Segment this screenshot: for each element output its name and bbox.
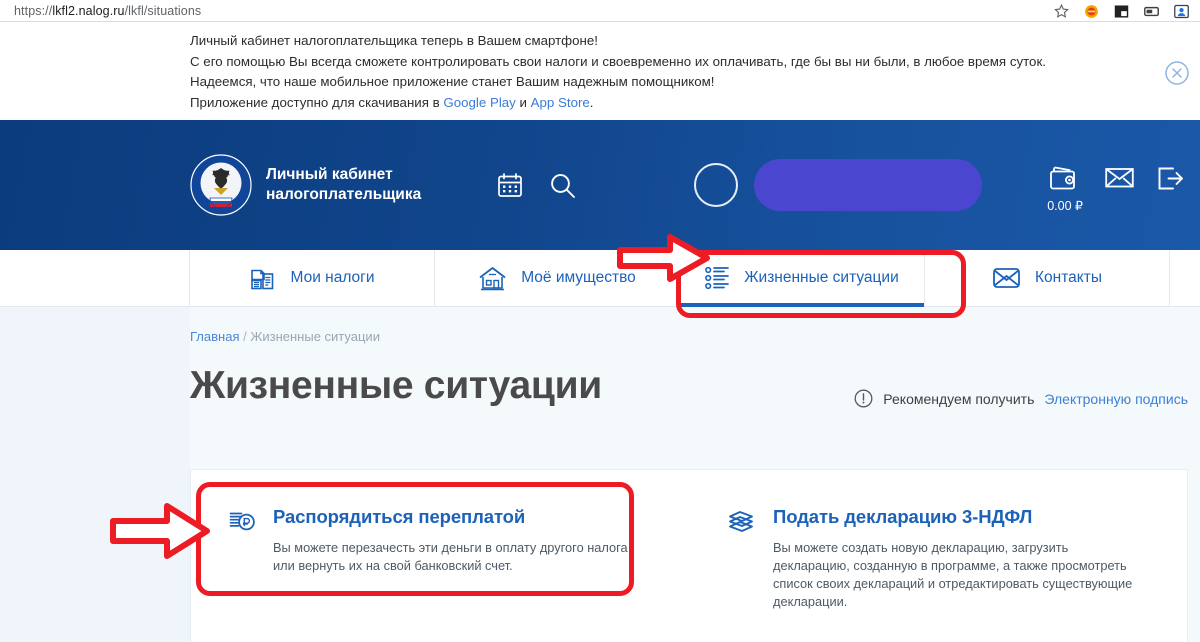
browser-icon-group: [1053, 0, 1196, 22]
nav-left-spacer: [0, 250, 190, 306]
page-title-row: Жизненные ситуации Рекомендуем получить …: [190, 344, 1200, 408]
avatar[interactable]: [694, 163, 739, 207]
address-bar[interactable]: https://lkfl2.nalog.ru/lkfl/situations: [14, 4, 201, 18]
life-situations-cards: Распорядиться переплатой Вы можете перез…: [190, 469, 1188, 642]
promo-line-1: Личный кабинет налогоплательщика теперь …: [190, 33, 598, 48]
main-navigation: Мои налоги Моё имущество Жизненные ситуа…: [0, 250, 1200, 307]
picture-in-picture-icon[interactable]: [1113, 3, 1130, 20]
card-title[interactable]: Распорядиться переплатой: [273, 506, 645, 528]
card-manage-overpayment[interactable]: Распорядиться переплатой Вы можете перез…: [191, 470, 689, 642]
google-play-link[interactable]: Google Play: [443, 95, 515, 110]
browser-toolbar: https://lkfl2.nalog.ru/lkfl/situations: [0, 0, 1200, 22]
close-icon[interactable]: [1164, 60, 1190, 86]
info-exclamation-icon: [854, 389, 873, 408]
extension-icon[interactable]: [1083, 3, 1100, 20]
logo-line-1: Личный кабинет: [266, 166, 393, 183]
card-body: Подать декларацию 3-НДФЛ Вы можете созда…: [773, 506, 1145, 642]
profile-icon[interactable]: [1173, 3, 1190, 20]
nav-item-label: Моё имущество: [521, 269, 636, 286]
promo-line-4-prefix: Приложение доступно для скачивания в: [190, 94, 444, 110]
mobile-app-promo-banner: Личный кабинет налогоплательщика теперь …: [0, 22, 1200, 120]
url-path: /lkfl/situations: [124, 3, 202, 18]
card-title[interactable]: Подать декларацию 3-НДФЛ: [773, 506, 1145, 528]
wallet-amount: 0.00 ₽: [1047, 199, 1083, 213]
card-icon-wrap: [727, 506, 755, 642]
declaration-stack-icon: [729, 511, 753, 532]
header-actions: 0.00 ₽: [1047, 166, 1184, 213]
promo-line-4: Приложение доступно для скачивания в Goo…: [190, 93, 1200, 114]
promo-line-3: Надеемся, что наше мобильное приложение …: [190, 74, 715, 89]
calendar-icon[interactable]: [497, 172, 523, 198]
header-tools: [497, 172, 576, 199]
page-body: Главная / Жизненные ситуации Жизненные с…: [0, 307, 1200, 642]
promo-line-2: С его помощью Вы всегда сможете контроли…: [190, 53, 1046, 69]
user-block[interactable]: [694, 159, 983, 211]
breadcrumb-home[interactable]: Главная: [190, 329, 239, 344]
fns-emblem-icon: [190, 154, 252, 216]
wallet-icon[interactable]: [1050, 166, 1080, 192]
user-name-redacted: [754, 159, 983, 211]
nav-item-label: Мои налоги: [290, 269, 375, 286]
esign-recommendation: Рекомендуем получить Электронную подпись: [854, 389, 1188, 408]
card-file-3ndfl-declaration[interactable]: Подать декларацию 3-НДФЛ Вы можете созда…: [689, 470, 1187, 642]
envelope-icon: [993, 268, 1020, 288]
promo-line-4-suffix: .: [589, 94, 594, 110]
logout-icon[interactable]: [1156, 166, 1184, 191]
site-logo-text: Личный кабинет налогоплательщика: [266, 165, 421, 205]
breadcrumb-separator: /: [243, 329, 247, 344]
nav-item-my-taxes[interactable]: Мои налоги: [190, 250, 435, 306]
wallet-balance[interactable]: 0.00 ₽: [1047, 166, 1083, 213]
ruble-money-icon: [229, 512, 255, 531]
list-icon: [705, 266, 730, 290]
nav-item-contacts[interactable]: Контакты: [925, 250, 1170, 306]
mail-icon[interactable]: [1105, 166, 1134, 189]
promo-line-4-mid: и: [515, 94, 531, 110]
site-logo[interactable]: Личный кабинет налогоплательщика: [190, 154, 421, 216]
logo-line-2: налогоплательщика: [266, 186, 422, 203]
nav-item-label: Жизненные ситуации: [744, 269, 899, 286]
bookmark-star-icon[interactable]: [1053, 3, 1070, 20]
page-title: Жизненные ситуации: [190, 364, 602, 407]
cast-icon[interactable]: [1143, 3, 1160, 20]
site-header: Личный кабинет налогоплательщика 0.00 ₽: [0, 120, 1200, 250]
card-description: Вы можете создать новую декларацию, загр…: [773, 540, 1133, 609]
nav-item-label: Контакты: [1035, 269, 1102, 286]
breadcrumb-current: Жизненные ситуации: [250, 329, 380, 344]
breadcrumb: Главная / Жизненные ситуации: [190, 307, 1200, 344]
search-icon[interactable]: [549, 172, 576, 199]
content-panel: Главная / Жизненные ситуации Жизненные с…: [190, 307, 1200, 642]
documents-icon: [251, 269, 274, 289]
electronic-signature-link[interactable]: Электронную подпись: [1044, 391, 1188, 407]
house-icon: [479, 266, 506, 290]
card-description: Вы можете перезачесть эти деньги в оплат…: [273, 540, 628, 573]
url-scheme: https://: [14, 3, 53, 18]
card-body: Распорядиться переплатой Вы можете перез…: [273, 506, 645, 642]
nav-item-life-situations[interactable]: Жизненные ситуации: [680, 250, 925, 307]
url-host: lkfl2.nalog.ru: [52, 3, 125, 18]
esign-prefix: Рекомендуем получить: [883, 390, 1035, 407]
card-icon-wrap: [229, 506, 255, 642]
nav-item-my-property[interactable]: Моё имущество: [435, 250, 680, 306]
app-store-link[interactable]: App Store: [531, 95, 590, 110]
